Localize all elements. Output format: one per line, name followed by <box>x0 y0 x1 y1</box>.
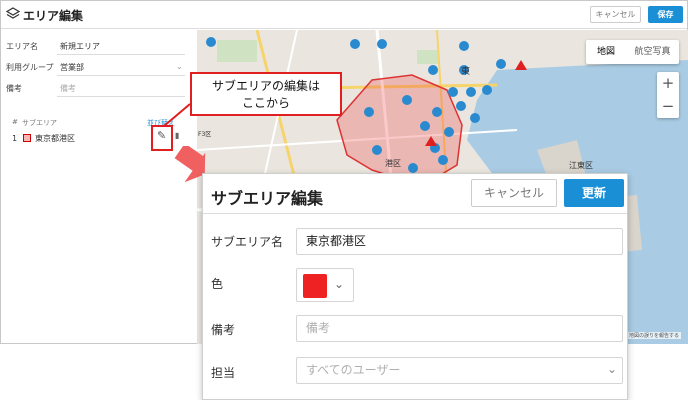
trash-icon[interactable]: ▮ <box>175 131 179 140</box>
chevron-down-icon[interactable]: ⌄ <box>607 362 617 376</box>
subarea-color-chip <box>23 134 31 142</box>
annotation-line-1: サブエリアの編集は <box>211 79 320 93</box>
pencil-icon[interactable]: ✎ <box>157 129 166 142</box>
map-type-map-button[interactable]: 地図 <box>586 40 626 64</box>
chevron-down-icon[interactable]: ⌄ <box>176 62 183 71</box>
color-swatch <box>303 274 327 298</box>
map-type-satellite-button[interactable]: 航空写真 <box>626 40 679 64</box>
divider <box>57 75 185 76</box>
header-bar: エリア編集 キャンセル 保存 <box>1 1 687 29</box>
subarea-name[interactable]: 東京都港区 <box>35 133 75 144</box>
subarea-name-label: サブエリア名 <box>211 235 284 249</box>
map-label-minato: 港区 <box>385 159 401 168</box>
divider <box>57 96 185 97</box>
note-input[interactable]: 備考 <box>60 83 76 94</box>
left-panel: エリア名 新規エリア 利用グループ 営業部 ⌄ 備考 備考 # サブエリア 並び… <box>1 30 197 344</box>
dialog-cancel-button[interactable]: キャンセル <box>471 179 557 207</box>
color-label: 色 <box>211 277 224 291</box>
zoom-control: + − <box>657 72 679 118</box>
annotation-line-2: ここから <box>241 96 290 110</box>
column-header-num: # <box>12 118 18 126</box>
page-title: エリア編集 <box>23 9 84 23</box>
dialog-divider <box>203 213 627 214</box>
annotation-callout: サブエリアの編集は ここから <box>190 72 342 116</box>
subarea-name-input[interactable]: 東京都港区 <box>296 228 623 255</box>
area-name-label: エリア名 <box>6 42 38 51</box>
save-button[interactable]: 保存 <box>648 6 683 23</box>
assignee-select[interactable]: すべてのユーザー <box>296 357 623 384</box>
group-label: 利用グループ <box>6 63 54 72</box>
column-header-subarea: サブエリア <box>22 119 57 127</box>
dialog-title: サブエリア編集 <box>211 189 324 208</box>
dialog-note-input[interactable]: 備考 <box>296 315 623 342</box>
row-number: 1 <box>12 134 18 143</box>
divider <box>57 54 185 55</box>
dialog-update-button[interactable]: 更新 <box>564 179 624 207</box>
zoom-out-button[interactable]: − <box>657 95 679 118</box>
group-select[interactable]: 営業部 <box>60 62 84 73</box>
area-name-input[interactable]: 新規エリア <box>60 41 100 52</box>
map-type-toggle: 地図 航空写真 <box>586 40 679 64</box>
chevron-down-icon: ⌄ <box>334 277 345 291</box>
note-label: 備考 <box>6 84 22 93</box>
assignee-label: 担当 <box>211 366 236 380</box>
map-label-f3: F3区 <box>198 131 212 138</box>
dialog-note-label: 備考 <box>211 323 236 337</box>
map-label-koto: 江東区 <box>569 161 593 170</box>
layers-icon <box>6 7 20 19</box>
zoom-in-button[interactable]: + <box>657 72 679 95</box>
map-label-higashi: 東 <box>461 67 471 77</box>
map-report-link[interactable]: 地図の誤りを報告する <box>627 332 682 339</box>
color-picker[interactable]: ⌄ <box>296 268 354 302</box>
subarea-edit-dialog: サブエリア編集 キャンセル 更新 サブエリア名 東京都港区 色 ⌄ 備考 備考 … <box>202 173 628 400</box>
cancel-button[interactable]: キャンセル <box>590 6 641 23</box>
